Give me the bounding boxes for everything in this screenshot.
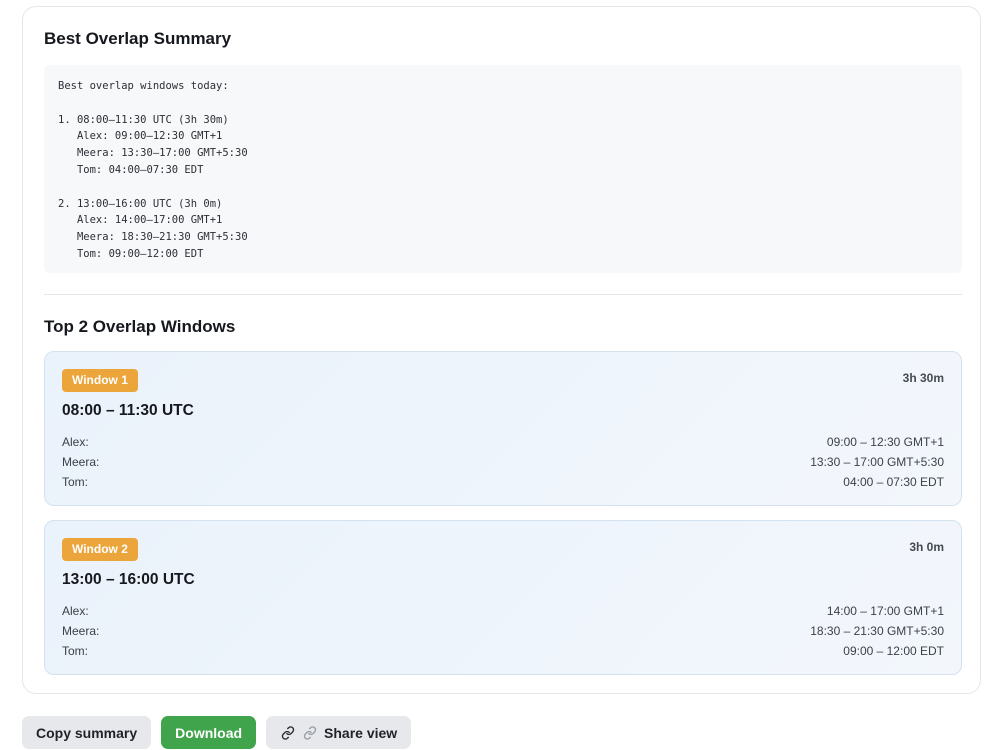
participant-time: 14:00 – 17:00 GMT+1 xyxy=(826,604,944,618)
participant-row: Meera: 18:30 – 21:30 GMT+5:30 xyxy=(62,621,944,641)
window-badge: Window 2 xyxy=(62,538,138,561)
participant-name: Tom: xyxy=(62,475,89,489)
participant-list: Alex: 09:00 – 12:30 GMT+1 Meera: 13:30 –… xyxy=(62,432,944,492)
participant-time: 04:00 – 07:30 EDT xyxy=(843,475,944,489)
window-duration: 3h 30m xyxy=(902,371,944,385)
participant-name: Alex: xyxy=(62,435,89,449)
participant-row: Alex: 09:00 – 12:30 GMT+1 xyxy=(62,432,944,452)
divider xyxy=(44,294,962,295)
participant-row: Tom: 09:00 – 12:00 EDT xyxy=(62,641,944,661)
window-card: Window 1 3h 30m 08:00 – 11:30 UTC Alex: … xyxy=(44,351,962,506)
window-range: 08:00 – 11:30 UTC xyxy=(62,402,194,419)
summary-title: Best Overlap Summary xyxy=(44,29,232,48)
link-icon xyxy=(302,725,318,741)
participant-name: Meera: xyxy=(62,624,100,638)
window-badge: Window 1 xyxy=(62,369,138,392)
summary-text: Best overlap windows today: 1. 08:00–11:… xyxy=(44,65,962,273)
participant-name: Alex: xyxy=(62,604,89,618)
results-panel: Best Overlap Summary Best overlap window… xyxy=(22,6,981,694)
participant-name: Tom: xyxy=(62,644,89,658)
link-icon xyxy=(280,725,296,741)
action-bar: Copy summary Download Share view xyxy=(22,716,412,749)
window-card: Window 2 3h 0m 13:00 – 16:00 UTC Alex: 1… xyxy=(44,520,962,675)
participant-list: Alex: 14:00 – 17:00 GMT+1 Meera: 18:30 –… xyxy=(62,601,944,661)
participant-row: Tom: 04:00 – 07:30 EDT xyxy=(62,472,944,492)
participant-time: 09:00 – 12:00 EDT xyxy=(843,644,944,658)
copy-summary-label: Copy summary xyxy=(36,724,138,741)
share-view-button[interactable]: Share view xyxy=(266,716,412,749)
participant-row: Meera: 13:30 – 17:00 GMT+5:30 xyxy=(62,452,944,472)
participant-name: Meera: xyxy=(62,455,100,469)
copy-summary-button[interactable]: Copy summary xyxy=(22,716,152,749)
window-duration: 3h 0m xyxy=(909,540,944,554)
participant-row: Alex: 14:00 – 17:00 GMT+1 xyxy=(62,601,944,621)
participant-time: 09:00 – 12:30 GMT+1 xyxy=(826,435,944,449)
participant-time: 13:30 – 17:00 GMT+5:30 xyxy=(810,455,944,469)
windows-title: Top 2 Overlap Windows xyxy=(44,317,236,336)
participant-time: 18:30 – 21:30 GMT+5:30 xyxy=(810,624,944,638)
download-button[interactable]: Download xyxy=(161,716,257,749)
download-label: Download xyxy=(175,724,243,741)
window-range: 13:00 – 16:00 UTC xyxy=(62,571,195,588)
share-view-label: Share view xyxy=(324,724,398,741)
